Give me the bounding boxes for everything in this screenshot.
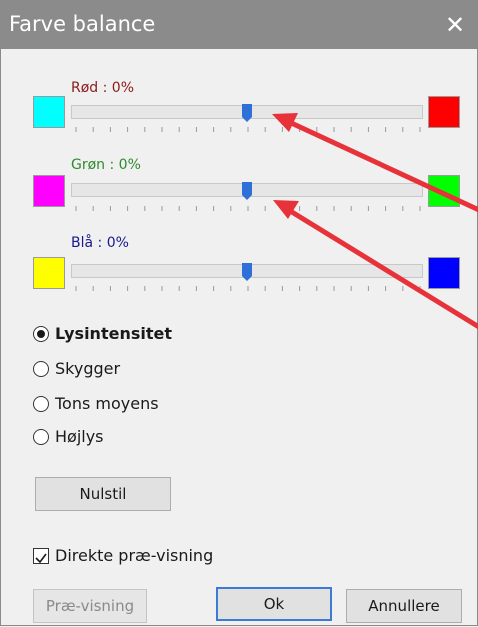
green-slider-ticks [75, 206, 421, 211]
radio-label: Skygger [55, 359, 121, 378]
window-title: Farve balance [9, 12, 156, 36]
cyan-swatch-icon [33, 96, 65, 128]
cancel-button[interactable]: Annullere [346, 589, 462, 623]
blue-swatch-icon [428, 257, 460, 289]
checkmark-icon [35, 553, 47, 564]
blue-slider-ticks [75, 286, 421, 291]
close-icon[interactable]: ✕ [433, 1, 477, 49]
red-swatch-icon [428, 96, 460, 128]
green-slider-label: Grøn : 0% [71, 157, 141, 173]
radio-label: Lysintensitet [55, 324, 172, 343]
green-swatch-icon [428, 175, 460, 207]
direct-preview-label: Direkte præ-visning [55, 546, 214, 565]
color-balance-dialog: Farve balance ✕ Rød : 0% Grøn : 0% Blå :… [0, 0, 478, 626]
red-slider-label: Rød : 0% [71, 80, 135, 96]
radio-button-icon[interactable] [33, 429, 49, 445]
ok-button[interactable]: Ok [216, 587, 332, 621]
green-slider-thumb[interactable] [242, 182, 252, 200]
radio-selected-dot [37, 330, 45, 338]
reset-button[interactable]: Nulstil [35, 477, 171, 511]
checkbox-icon[interactable] [33, 548, 49, 564]
radio-label: Højlys [55, 427, 104, 446]
red-slider-ticks [75, 127, 421, 132]
radio-label: Tons moyens [55, 394, 159, 413]
yellow-swatch-icon [33, 257, 65, 289]
title-bar[interactable]: Farve balance ✕ [1, 1, 477, 49]
red-slider-thumb[interactable] [242, 104, 252, 122]
radio-button-icon[interactable] [33, 361, 49, 377]
radio-button-icon[interactable] [33, 326, 49, 342]
preview-button[interactable]: Præ-visning [33, 589, 147, 623]
magenta-swatch-icon [33, 175, 65, 207]
blue-slider-thumb[interactable] [242, 263, 252, 281]
radio-button-icon[interactable] [33, 396, 49, 412]
blue-slider-label: Blå : 0% [71, 235, 129, 251]
